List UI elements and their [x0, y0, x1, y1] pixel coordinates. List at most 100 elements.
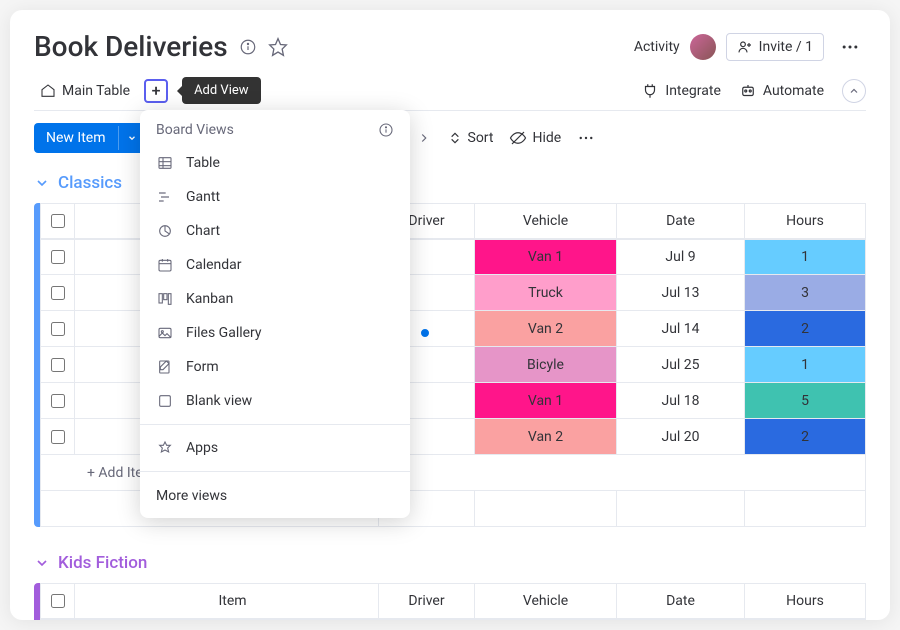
row-checkbox[interactable] — [41, 311, 75, 346]
view-label: Apps — [186, 440, 218, 456]
tab-main-table[interactable]: Main Table — [34, 79, 136, 103]
group-kids-fiction: Kids Fiction Item Driver Vehicle Date Ho… — [34, 553, 866, 620]
divider-caret-icon — [417, 129, 431, 147]
board-views-dropdown: Board Views Table Gantt Chart Calendar K… — [140, 110, 410, 518]
driver-avatar — [425, 355, 429, 375]
table-header-row: Item Driver Vehicle Date Hours — [40, 583, 866, 619]
group-header[interactable]: Kids Fiction — [34, 553, 866, 573]
tabs-right: Integrate Automate — [641, 79, 866, 103]
more-views-link[interactable]: More views — [140, 478, 410, 508]
view-label: Form — [186, 359, 219, 375]
view-option-blank[interactable]: Blank view — [140, 384, 410, 418]
tabs-row: Main Table + Add View Integrate Automate — [34, 77, 866, 111]
row-checkbox[interactable] — [41, 419, 75, 454]
col-driver[interactable]: Driver — [379, 584, 475, 618]
dropdown-title: Board Views — [156, 122, 234, 138]
chevron-down-icon — [34, 555, 50, 571]
invite-label: Invite / 1 — [759, 39, 813, 55]
dropdown-separator — [140, 424, 410, 425]
view-label: Blank view — [186, 393, 252, 409]
row-checkbox[interactable] — [41, 240, 75, 274]
sort-label: Sort — [468, 130, 494, 146]
hours-cell[interactable]: 1 — [745, 240, 865, 274]
collapse-header-button[interactable] — [842, 79, 866, 103]
hours-cell[interactable]: 5 — [745, 383, 865, 418]
header-right: Activity Invite / 1 — [634, 31, 866, 63]
hours-cell[interactable]: 1 — [745, 347, 865, 382]
tabs-left: Main Table + Add View — [34, 77, 261, 104]
hours-cell[interactable]: 2 — [745, 311, 865, 346]
vehicle-cell[interactable]: Van 1 — [475, 383, 617, 418]
view-option-form[interactable]: Form — [140, 350, 410, 384]
view-option-files[interactable]: Files Gallery — [140, 316, 410, 350]
col-vehicle[interactable]: Vehicle — [475, 204, 617, 238]
row-checkbox[interactable] — [41, 347, 75, 382]
group-title: Classics — [58, 173, 122, 193]
info-icon[interactable] — [238, 37, 258, 57]
col-hours[interactable]: Hours — [745, 584, 865, 618]
automate-label: Automate — [763, 83, 824, 99]
view-option-chart[interactable]: Chart — [140, 214, 410, 248]
kanban-icon — [156, 290, 174, 308]
col-date[interactable]: Date — [617, 204, 745, 238]
table-row[interactable]: James and the Giant PeachTruckJul 131 — [40, 619, 866, 620]
chevron-down-icon — [34, 175, 50, 191]
date-cell[interactable]: Jul 9 — [617, 240, 745, 274]
driver-avatar — [425, 427, 429, 447]
col-date[interactable]: Date — [617, 584, 745, 618]
date-cell[interactable]: Jul 14 — [617, 311, 745, 346]
sort-button[interactable]: Sort — [447, 130, 494, 146]
star-icon[interactable] — [268, 37, 288, 57]
date-cell[interactable]: Jul 20 — [617, 419, 745, 454]
app-window: Book Deliveries Activity Invite / 1 — [10, 10, 890, 620]
automate-button[interactable]: Automate — [739, 82, 824, 100]
add-view-button[interactable]: + — [144, 79, 168, 103]
integrate-button[interactable]: Integrate — [641, 82, 721, 100]
view-option-apps[interactable]: Apps — [140, 431, 410, 465]
view-option-kanban[interactable]: Kanban — [140, 282, 410, 316]
board-title[interactable]: Book Deliveries — [34, 30, 228, 63]
date-cell[interactable]: Jul 25 — [617, 347, 745, 382]
view-label: Calendar — [186, 257, 242, 273]
activity-link[interactable]: Activity — [634, 39, 680, 55]
vehicle-cell[interactable]: Van 2 — [475, 311, 617, 346]
driver-avatar — [425, 247, 429, 267]
invite-button[interactable]: Invite / 1 — [726, 33, 824, 61]
avatar[interactable] — [690, 34, 716, 60]
row-checkbox[interactable] — [41, 383, 75, 418]
driver-avatar — [425, 391, 429, 411]
col-hours[interactable]: Hours — [745, 204, 865, 238]
view-label: Kanban — [186, 291, 233, 307]
select-all-checkbox[interactable] — [41, 584, 75, 618]
date-cell[interactable]: Jul 13 — [617, 275, 745, 310]
group-table: Item Driver Vehicle Date Hours James and… — [34, 583, 866, 620]
view-option-gantt[interactable]: Gantt — [140, 180, 410, 214]
view-label: Files Gallery — [186, 325, 262, 341]
view-option-table[interactable]: Table — [140, 146, 410, 180]
hide-button[interactable]: Hide — [509, 129, 561, 147]
row-checkbox[interactable] — [41, 275, 75, 310]
date-cell[interactable]: Jul 18 — [617, 383, 745, 418]
hours-cell[interactable]: 3 — [745, 275, 865, 310]
more-options-button[interactable] — [834, 31, 866, 63]
info-icon[interactable] — [378, 122, 394, 138]
integrate-label: Integrate — [665, 83, 721, 99]
hours-cell[interactable]: 2 — [745, 419, 865, 454]
view-option-calendar[interactable]: Calendar — [140, 248, 410, 282]
vehicle-cell[interactable]: Van 2 — [475, 419, 617, 454]
gantt-icon — [156, 188, 174, 206]
calendar-icon — [156, 256, 174, 274]
form-icon — [156, 358, 174, 376]
new-item-button[interactable]: New Item — [34, 123, 145, 153]
apps-icon — [156, 439, 174, 457]
col-vehicle[interactable]: Vehicle — [475, 584, 617, 618]
vehicle-cell[interactable]: Bicyle — [475, 347, 617, 382]
view-label: Chart — [186, 223, 220, 239]
dropdown-separator — [140, 471, 410, 472]
vehicle-cell[interactable]: Van 1 — [475, 240, 617, 274]
vehicle-cell[interactable]: Truck — [475, 275, 617, 310]
toolbar-more-button[interactable] — [577, 129, 595, 147]
col-item[interactable]: Item — [75, 584, 379, 618]
blank-icon — [156, 392, 174, 410]
select-all-checkbox[interactable] — [41, 204, 75, 238]
